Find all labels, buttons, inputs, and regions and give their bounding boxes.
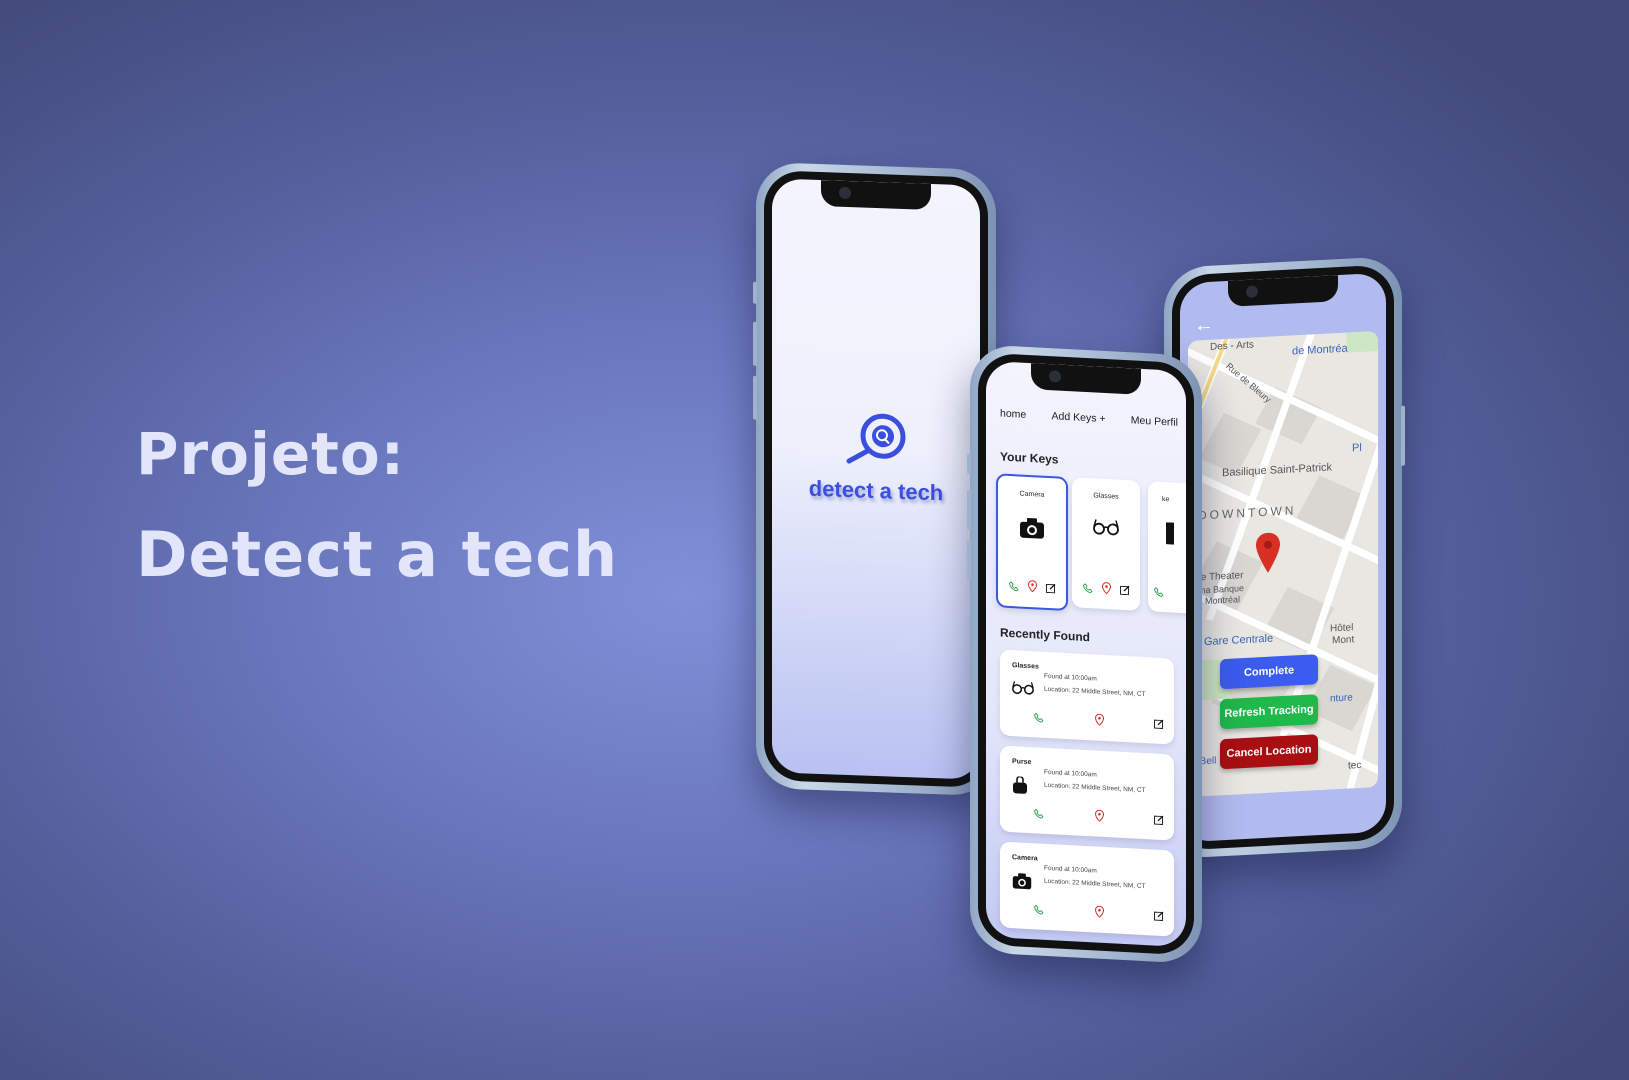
phone-icon[interactable]	[1082, 580, 1093, 599]
refresh-tracking-button[interactable]: Refresh Tracking	[1220, 694, 1318, 730]
purse-icon	[1012, 775, 1028, 800]
map-view[interactable]: Des - Arts de Montréa Rue de Bleury Basi…	[1188, 331, 1378, 797]
key-card-glasses[interactable]: Glasses	[1072, 477, 1140, 611]
top-nav: home Add Keys + Meu Perfil	[1000, 407, 1178, 428]
found-item-camera[interactable]: Camera Found at 10:00am Location: 22 Mid…	[1000, 841, 1174, 937]
location-pin-icon[interactable]	[1101, 581, 1111, 599]
key-icon	[1148, 521, 1186, 552]
back-arrow-icon[interactable]: ←	[1194, 314, 1214, 338]
phone-notch	[821, 180, 931, 210]
edit-icon[interactable]	[1119, 582, 1130, 601]
phone-icon[interactable]	[1034, 805, 1044, 824]
edit-icon[interactable]	[1154, 812, 1164, 831]
phone-icon[interactable]	[1034, 901, 1044, 920]
phone-home: home Add Keys + Meu Perfil Your Keys Cam…	[967, 343, 1202, 965]
edit-icon[interactable]	[1154, 908, 1164, 927]
nav-add-keys[interactable]: Add Keys +	[1052, 410, 1106, 425]
found-item-glasses[interactable]: Glasses Found at 10:00am Location: 22 Mi…	[1000, 649, 1174, 745]
phone-notch	[1031, 363, 1141, 395]
map-label: nture	[1330, 692, 1353, 705]
found-item-name: Camera	[1012, 854, 1038, 863]
recently-found-title: Recently Found	[1000, 625, 1091, 645]
map-label: Hôtel	[1330, 622, 1354, 635]
phone-icon[interactable]	[1008, 578, 1019, 597]
key-card-camera[interactable]: Camera	[996, 473, 1068, 612]
edit-icon[interactable]	[1154, 716, 1164, 735]
your-keys-title: Your Keys	[1000, 449, 1059, 467]
magnifier-icon	[841, 409, 911, 471]
hero-title: Projeto: Detect a tech	[136, 420, 618, 591]
key-card-label: Camera	[1019, 490, 1045, 499]
key-card-label: Glasses	[1093, 492, 1119, 501]
complete-button[interactable]: Complete	[1220, 654, 1318, 690]
phone-notch	[1228, 275, 1338, 307]
phone-icon[interactable]	[1154, 584, 1164, 603]
found-item-purse[interactable]: Purse Found at 10:00am Location: 22 Midd…	[1000, 745, 1174, 841]
nav-home[interactable]: home	[1000, 407, 1026, 420]
phone-icon[interactable]	[1034, 709, 1044, 728]
camera-icon	[998, 515, 1066, 546]
found-item-name: Purse	[1012, 758, 1032, 767]
location-pin-icon[interactable]	[1094, 712, 1104, 730]
key-card-label: ke	[1162, 495, 1170, 504]
map-label: tec	[1348, 759, 1362, 772]
phone-splash: detect a tech	[753, 161, 996, 797]
hero-line-2: Detect a tech	[136, 518, 619, 591]
map-label: Mont	[1332, 634, 1355, 647]
camera-icon	[1012, 872, 1032, 895]
edit-icon[interactable]	[1045, 580, 1056, 599]
glasses-icon	[1012, 680, 1034, 700]
location-pin-icon[interactable]	[1094, 808, 1104, 826]
map-pin-icon	[1256, 532, 1280, 573]
glasses-icon	[1072, 517, 1140, 542]
logo-text: detect a tech	[808, 475, 944, 506]
nav-profile[interactable]: Meu Perfil	[1131, 414, 1178, 428]
location-pin-icon[interactable]	[1094, 904, 1104, 922]
map-label: Des - Arts	[1210, 339, 1254, 353]
hero-line-1: Projeto:	[136, 420, 405, 488]
found-item-name: Glasses	[1012, 662, 1039, 671]
cancel-location-button[interactable]: Cancel Location	[1220, 734, 1318, 770]
location-pin-icon[interactable]	[1027, 579, 1037, 597]
key-card-partial[interactable]: ke	[1148, 481, 1186, 615]
map-label: Pl	[1352, 441, 1362, 455]
app-logo: detect a tech	[772, 406, 980, 507]
